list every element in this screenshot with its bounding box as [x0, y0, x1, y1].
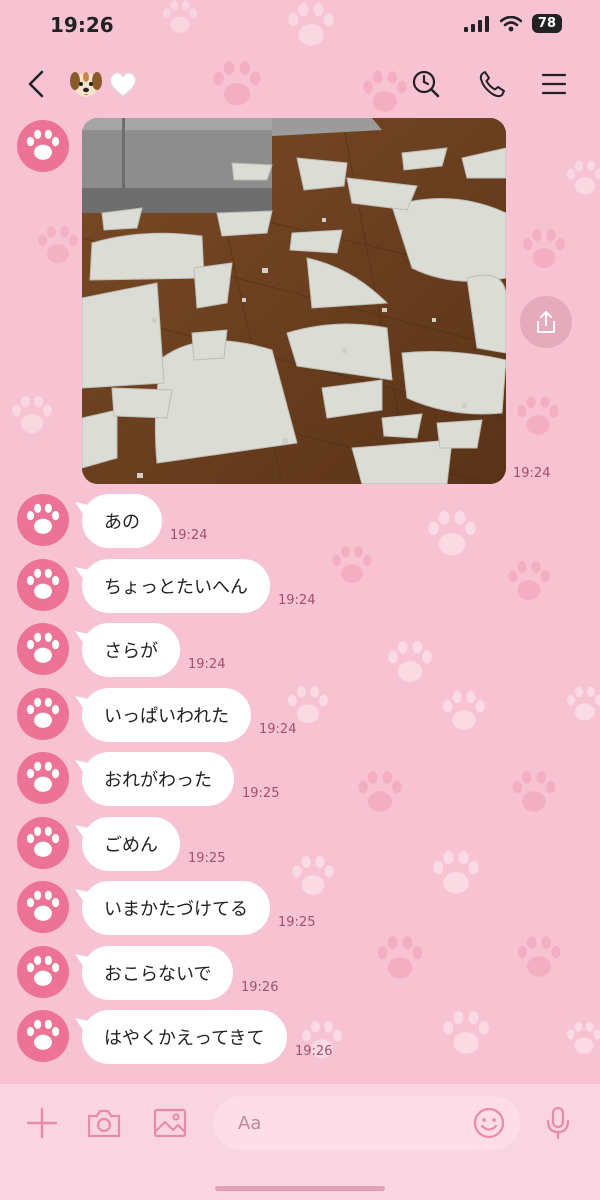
paw-icon [26, 503, 60, 534]
paw-icon [508, 560, 550, 600]
wifi-icon [499, 15, 522, 31]
message-time: 19:26 [241, 980, 279, 995]
battery-indicator: 78 [531, 14, 562, 33]
message-bubble[interactable]: いまかたづけてる [82, 881, 270, 935]
paw-icon [292, 856, 334, 895]
phone-icon [479, 71, 505, 98]
share-button[interactable] [520, 296, 572, 348]
avatar[interactable] [17, 881, 69, 933]
paw-icon [566, 1021, 600, 1054]
paw-icon [38, 225, 78, 264]
message-bubble[interactable]: いっぱいわれた [82, 688, 252, 742]
paw-icon [517, 396, 559, 435]
microphone-icon [546, 1106, 570, 1140]
paw-icon [26, 1019, 60, 1050]
paw-icon [358, 770, 402, 812]
message-bubble[interactable]: はやくかえってきて [82, 1010, 287, 1064]
avatar[interactable] [17, 817, 69, 869]
message-time: 19:24 [513, 466, 551, 481]
paw-icon [26, 632, 60, 663]
avatar[interactable] [17, 688, 69, 740]
message-time: 19:25 [278, 915, 316, 930]
paw-icon [332, 545, 372, 584]
paw-icon [26, 761, 60, 792]
paw-icon [26, 697, 60, 728]
paw-icon [443, 690, 485, 730]
message-bubble[interactable]: あの [82, 494, 162, 548]
avatar[interactable] [17, 494, 69, 546]
paw-icon [428, 511, 476, 556]
paw-icon [512, 771, 556, 812]
smiley-icon [473, 1107, 505, 1139]
avatar[interactable] [17, 946, 69, 998]
image-button[interactable] [148, 1101, 192, 1145]
message-time: 19:25 [242, 786, 280, 801]
clock-search-icon [412, 70, 440, 98]
white-heart-icon [109, 72, 137, 97]
message-time: 19:25 [188, 851, 226, 866]
avatar[interactable] [17, 120, 69, 172]
paw-icon [388, 640, 432, 682]
paw-icon [26, 826, 60, 857]
dog-face-icon [70, 72, 102, 97]
message-bubble[interactable]: おれがわった [82, 752, 234, 806]
camera-icon [87, 1109, 121, 1138]
signal-icon [463, 15, 489, 32]
paw-icon [567, 686, 600, 721]
paw-icon [26, 129, 60, 160]
paw-icon [443, 1011, 489, 1054]
message-bubble[interactable]: おこらないで [82, 946, 234, 1000]
add-button[interactable] [20, 1101, 64, 1145]
status-icons: 78 [463, 14, 562, 33]
paw-icon [12, 395, 52, 434]
search-history-button[interactable] [408, 66, 444, 102]
plus-icon [26, 1107, 58, 1139]
share-icon [537, 311, 555, 333]
broken-plates-photo [82, 118, 506, 484]
paw-icon [26, 890, 60, 921]
paw-icon [288, 685, 328, 724]
message-bubble[interactable]: ごめん [82, 817, 180, 871]
input-bar [0, 1084, 600, 1200]
home-indicator [215, 1186, 385, 1191]
message-time: 19:26 [295, 1044, 333, 1059]
chat-title [68, 66, 140, 102]
emoji-button[interactable] [467, 1101, 511, 1145]
message-bubble[interactable]: ちょっとたいへん [82, 559, 270, 613]
paw-icon [26, 568, 60, 599]
camera-button[interactable] [82, 1101, 126, 1145]
avatar[interactable] [17, 752, 69, 804]
paw-icon [26, 955, 60, 986]
message-time: 19:24 [259, 722, 297, 737]
paw-icon [523, 228, 565, 268]
status-bar: 19:26 78 [0, 0, 600, 52]
call-button[interactable] [474, 66, 510, 102]
image-icon [153, 1108, 187, 1138]
avatar[interactable] [17, 559, 69, 611]
paw-icon [433, 851, 479, 894]
paw-icon [567, 160, 600, 195]
voice-button[interactable] [536, 1101, 580, 1145]
chat-header [0, 58, 600, 110]
hamburger-menu-icon [541, 73, 567, 95]
paw-icon [517, 936, 561, 977]
message-time: 19:24 [170, 528, 208, 543]
paw-icon [377, 936, 423, 979]
message-time: 19:24 [278, 593, 316, 608]
back-arrow-icon[interactable] [22, 68, 52, 100]
status-time: 19:26 [50, 13, 114, 37]
avatar[interactable] [17, 623, 69, 675]
menu-button[interactable] [536, 66, 572, 102]
avatar[interactable] [17, 1010, 69, 1062]
message-bubble[interactable]: さらが [82, 623, 180, 677]
photo-message[interactable] [82, 118, 506, 484]
message-time: 19:24 [188, 657, 226, 672]
